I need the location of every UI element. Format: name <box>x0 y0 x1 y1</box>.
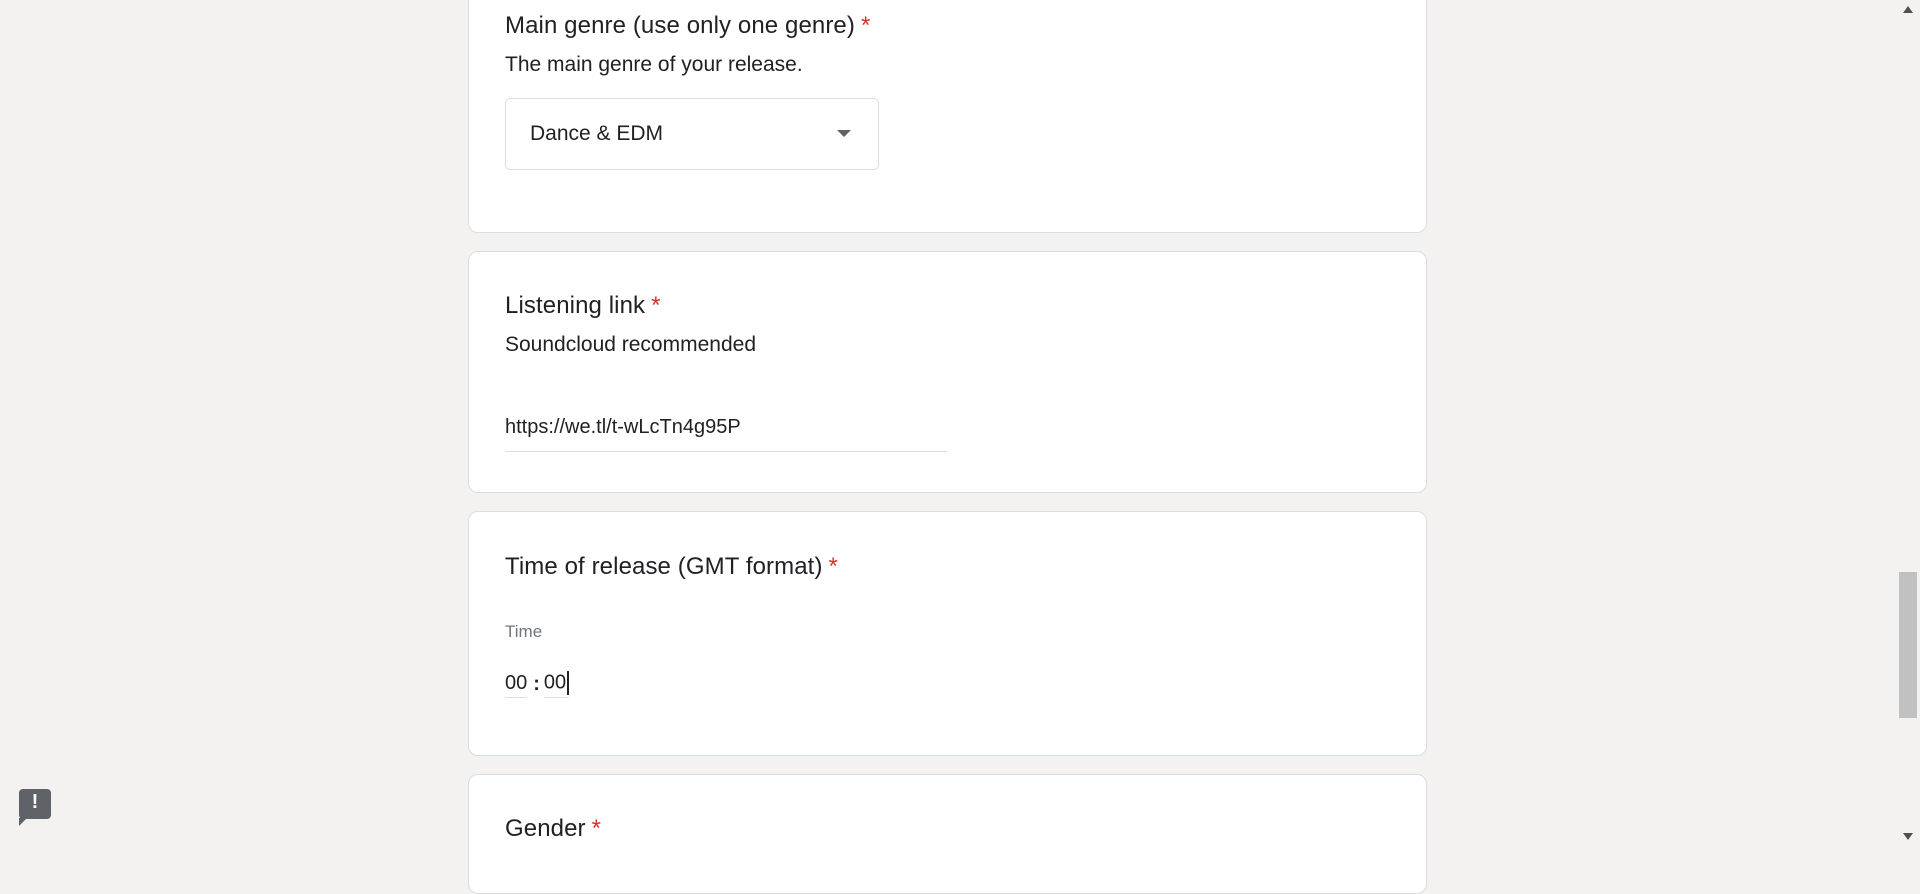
required-asterisk: * <box>828 553 838 580</box>
question-title: Time of release (GMT format) * <box>505 553 838 580</box>
hours-input[interactable]: 00 <box>505 672 528 698</box>
question-description: The main genre of your release. <box>505 53 803 76</box>
question-description: Soundcloud recommended <box>505 333 756 356</box>
genre-dropdown[interactable]: Dance & EDM <box>505 98 879 170</box>
question-card-listening-link: Listening link * Soundcloud recommended h… <box>468 251 1427 493</box>
question-card-release-time: Time of release (GMT format) * Time 00 : … <box>468 511 1427 756</box>
text-cursor <box>567 671 570 695</box>
scrollbar-thumb[interactable] <box>1899 572 1917 718</box>
page-scrollbar[interactable] <box>1896 0 1920 846</box>
question-title: Listening link * <box>505 292 661 319</box>
time-label: Time <box>505 622 543 641</box>
required-asterisk: * <box>651 292 661 319</box>
listening-link-input[interactable]: https://we.tl/t-wLcTn4g95P <box>505 412 947 452</box>
required-asterisk: * <box>860 12 871 39</box>
time-separator: : <box>533 673 540 695</box>
scroll-down-arrow-icon[interactable] <box>1903 833 1913 840</box>
required-asterisk: * <box>591 815 602 842</box>
report-feedback-icon[interactable] <box>19 789 51 826</box>
time-input-group: 00 : 00 <box>505 671 570 698</box>
question-card-gender: Gender * <box>468 774 1427 894</box>
question-title: Gender * <box>505 815 602 842</box>
question-card-genre: Main genre (use only one genre) * The mai… <box>468 0 1427 233</box>
question-title: Main genre (use only one genre) * <box>505 12 871 39</box>
scroll-up-arrow-icon[interactable] <box>1903 6 1913 13</box>
minutes-input[interactable]: 00 <box>543 671 570 698</box>
chevron-down-icon <box>837 130 851 137</box>
dropdown-selected-value: Dance & EDM <box>530 122 664 145</box>
